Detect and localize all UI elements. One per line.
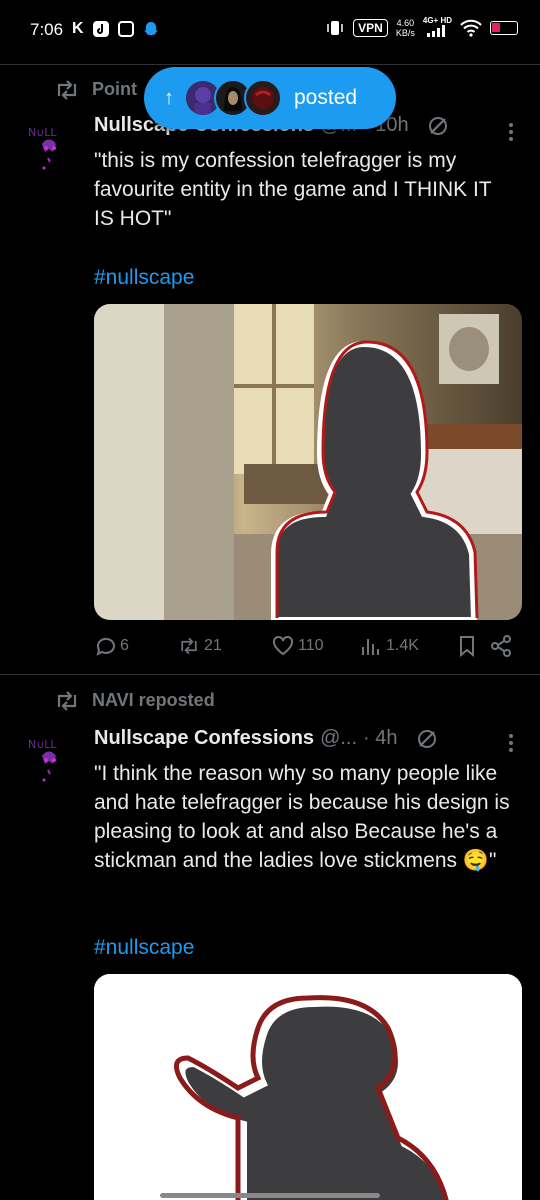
- like-button[interactable]: 110: [272, 635, 360, 657]
- battery-icon: [490, 20, 518, 35]
- repost-button[interactable]: 21: [178, 635, 272, 657]
- new-posts-label: posted: [294, 86, 358, 109]
- more-options-icon[interactable]: [508, 122, 514, 142]
- author-handle[interactable]: @...: [320, 727, 357, 750]
- author-name[interactable]: Nullscape Confessions: [94, 727, 314, 750]
- views-button[interactable]: 1.4K: [360, 635, 456, 657]
- speed-unit: KB/s: [395, 27, 415, 38]
- avatar[interactable]: N∪LL: [20, 728, 78, 786]
- vibrate-icon: [327, 20, 343, 35]
- post-image[interactable]: [94, 974, 522, 1200]
- heart-icon: [273, 635, 293, 656]
- views-icon: [362, 639, 379, 655]
- network-label: 4G+ HD: [422, 16, 452, 25]
- hashtag-link[interactable]: #nullscape: [94, 936, 194, 960]
- more-options-icon[interactable]: [508, 733, 514, 753]
- grok-icon[interactable]: [416, 728, 438, 750]
- svg-text:N∪LL: N∪LL: [28, 126, 57, 139]
- speed-value: 4.60: [396, 17, 415, 28]
- snapchat-icon: [143, 22, 158, 35]
- twitter-feed-screen: 7:06 K VPN 4.60 KB/s 4G+ HD Point N∪LL N…: [0, 0, 540, 1200]
- action-bar: 6 21 110 1.4K: [94, 635, 514, 657]
- post-text: "I think the reason why so many people l…: [94, 762, 510, 872]
- avatar[interactable]: N∪LL: [20, 116, 78, 174]
- home-indicator[interactable]: [160, 1193, 380, 1198]
- divider: [0, 674, 540, 675]
- repost-icon: [57, 79, 77, 100]
- status-time: 7:06: [30, 20, 64, 39]
- signal-icon: [427, 25, 446, 37]
- like-count: 110: [298, 637, 324, 654]
- repost-label[interactable]: Point: [92, 79, 137, 100]
- reply-icon: [96, 637, 115, 656]
- post-image[interactable]: [94, 304, 522, 620]
- vpn-badge: VPN: [353, 18, 388, 37]
- wifi-icon: [460, 19, 482, 37]
- reply-count: 6: [120, 637, 129, 654]
- k-icon: K: [72, 20, 84, 37]
- arrow-up-icon: ↑: [164, 86, 174, 109]
- grok-icon[interactable]: [427, 115, 449, 137]
- post-time[interactable]: · 4h: [363, 727, 397, 750]
- repost-icon: [57, 690, 77, 711]
- bookmark-button[interactable]: [456, 635, 490, 657]
- repost-count: 21: [204, 637, 222, 654]
- svg-text:N∪LL: N∪LL: [28, 738, 57, 751]
- share-icon: [491, 635, 511, 657]
- sim-icon: [117, 21, 134, 37]
- tiktok-icon: [92, 21, 109, 37]
- repost-label[interactable]: NAVI reposted: [92, 690, 215, 711]
- divider: [0, 64, 540, 65]
- reply-button[interactable]: 6: [94, 635, 178, 657]
- status-bar: 7:06 K VPN 4.60 KB/s 4G+ HD: [0, 0, 540, 60]
- avatar: [244, 79, 282, 117]
- share-button[interactable]: [490, 635, 512, 657]
- post-text: "this is my confession telefragger is my…: [94, 149, 492, 230]
- repost-icon: [181, 637, 197, 655]
- views-count: 1.4K: [386, 637, 419, 654]
- bookmark-icon: [460, 636, 474, 657]
- new-posts-pill[interactable]: ↑ posted: [144, 67, 396, 129]
- hashtag-link[interactable]: #nullscape: [94, 266, 194, 290]
